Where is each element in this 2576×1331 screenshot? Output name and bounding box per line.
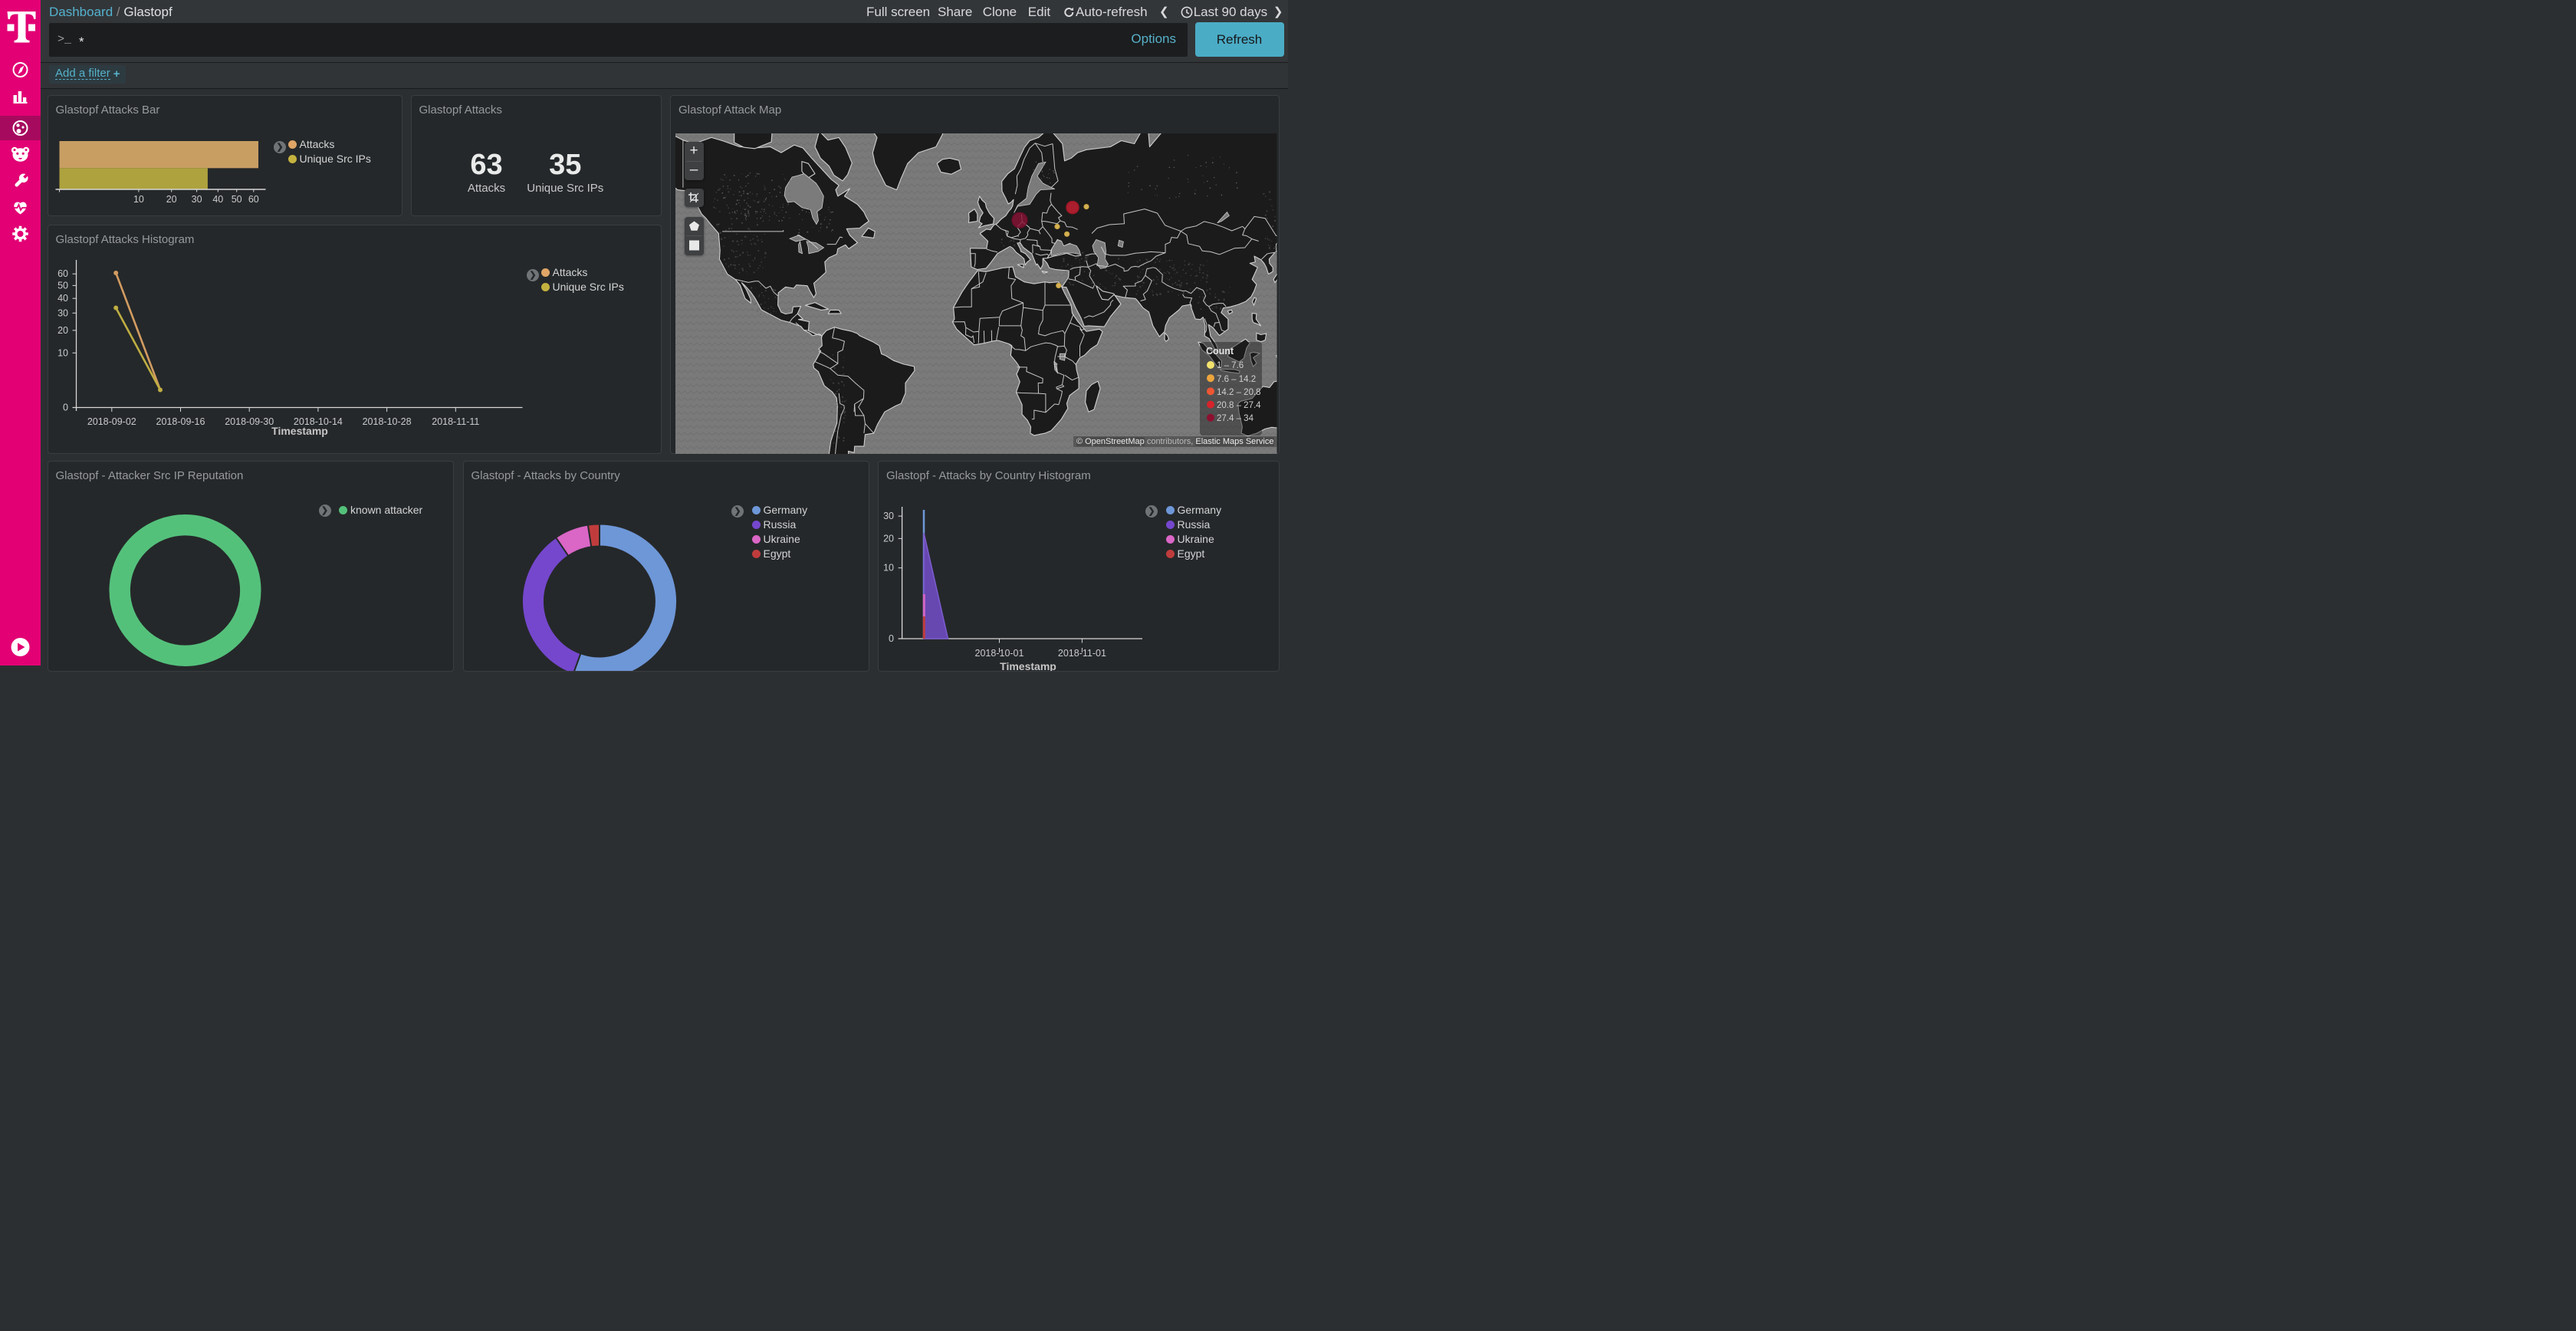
svg-text:20: 20 (166, 194, 176, 205)
svg-text:30: 30 (883, 511, 894, 521)
svg-text:20: 20 (883, 533, 894, 544)
svg-text:Timestamp: Timestamp (271, 425, 328, 437)
svg-text:2018-11-11: 2018-11-11 (432, 416, 479, 427)
svg-text:2018-10-28: 2018-10-28 (362, 416, 411, 427)
svg-text:10: 10 (133, 194, 143, 205)
svg-text:0: 0 (63, 403, 68, 413)
svg-text:Timestamp: Timestamp (1000, 660, 1056, 671)
svg-text:40: 40 (58, 293, 68, 304)
svg-text:2018-09-30: 2018-09-30 (225, 416, 274, 427)
svg-text:10: 10 (883, 563, 894, 573)
svg-text:60: 60 (58, 268, 68, 279)
svg-text:2018-10-01: 2018-10-01 (975, 648, 1024, 659)
svg-text:50: 50 (231, 194, 242, 205)
svg-text:0: 0 (889, 633, 894, 644)
svg-text:60: 60 (248, 194, 258, 205)
svg-text:2018-09-02: 2018-09-02 (87, 416, 136, 427)
svg-text:50: 50 (58, 280, 68, 291)
svg-text:40: 40 (212, 194, 223, 205)
svg-text:2018-11-01: 2018-11-01 (1058, 648, 1106, 659)
svg-text:2018-09-16: 2018-09-16 (156, 416, 205, 427)
svg-text:30: 30 (191, 194, 202, 205)
svg-text:10: 10 (58, 347, 68, 358)
svg-text:20: 20 (58, 325, 68, 336)
svg-text:30: 30 (58, 307, 68, 318)
